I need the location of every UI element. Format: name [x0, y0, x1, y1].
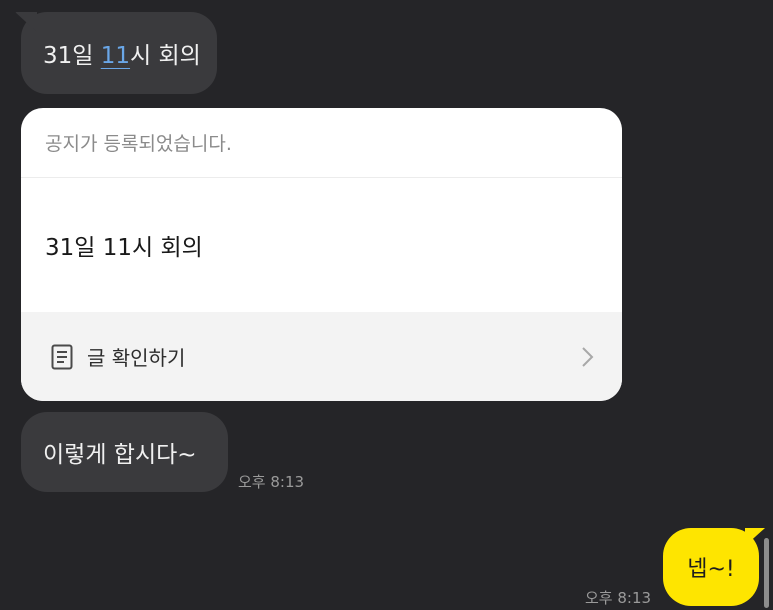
notice-header: 공지가 등록되었습니다. [21, 108, 622, 178]
chevron-right-icon [580, 346, 594, 368]
view-post-button[interactable]: 글 확인하기 [21, 312, 622, 401]
notice-card[interactable]: 공지가 등록되었습니다. 31일 11시 회의 글 확인하기 [21, 108, 622, 401]
scrollbar[interactable] [764, 538, 769, 608]
detected-date-link[interactable]: 11 [101, 43, 130, 69]
view-post-label: 글 확인하기 [87, 346, 186, 370]
message-text: 이렇게 합시다~ [43, 442, 197, 468]
document-icon [51, 344, 73, 370]
message-text: 넵~! [687, 557, 735, 582]
message-text: 31일 11시 회의 [43, 43, 201, 69]
incoming-message-bubble[interactable]: 31일 11시 회의 [21, 12, 217, 94]
notice-body: 31일 11시 회의 [45, 235, 203, 261]
message-timestamp: 오후 8:13 [585, 589, 652, 607]
outgoing-message-bubble[interactable]: 넵~! [663, 528, 759, 606]
message-timestamp: 오후 8:13 [238, 473, 305, 491]
incoming-message-bubble[interactable]: 이렇게 합시다~ [21, 412, 228, 492]
